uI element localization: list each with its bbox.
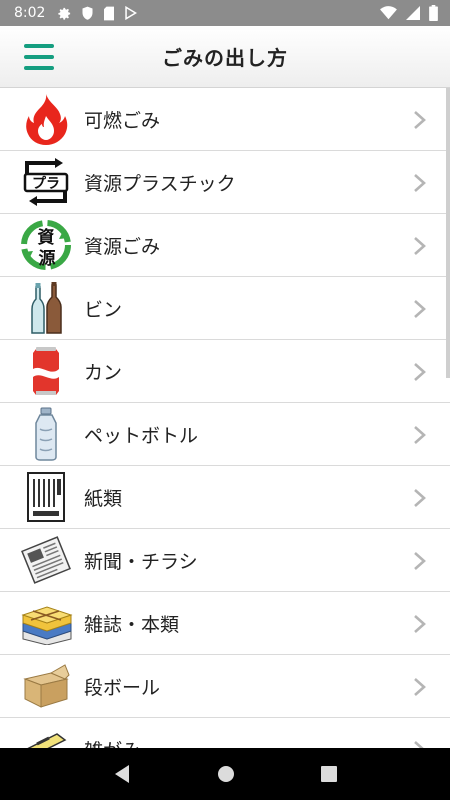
list-item-label: 資源ごみ <box>84 235 161 258</box>
newspaper-icon <box>18 532 74 588</box>
chevron-right-icon <box>414 237 426 255</box>
list-item-label: 紙類 <box>84 487 123 510</box>
paper-icon <box>18 469 74 525</box>
wifi-icon <box>380 6 397 20</box>
cell-signal-icon <box>406 6 420 20</box>
list-item-label: 雑がみ <box>84 736 141 749</box>
list-item-label: 資源プラスチック <box>84 172 236 195</box>
list-item-label: ビン <box>84 298 123 321</box>
category-list: 可燃ごみ プラ 資源プラスチック 資 源 資源ごみ ビン カン ペットボトル 紙… <box>0 88 450 748</box>
list-item-label: 新聞・チラシ <box>84 550 198 573</box>
cardboard-icon <box>18 658 74 714</box>
chevron-right-icon <box>414 300 426 318</box>
list-item-label: カン <box>84 361 123 384</box>
list-item-label: 段ボール <box>84 676 161 699</box>
list-item-resource-plastic[interactable]: プラ 資源プラスチック <box>0 151 450 214</box>
list-item-pet-bottle[interactable]: ペットボトル <box>0 403 450 466</box>
list-item-label: 雑誌・本類 <box>84 613 180 636</box>
battery-icon <box>429 5 438 21</box>
fire-icon <box>18 91 74 147</box>
hamburger-menu-icon[interactable] <box>24 44 54 70</box>
sim-card-icon <box>103 6 115 21</box>
play-store-icon <box>124 6 138 20</box>
list-item-magazine[interactable]: 雑誌・本類 <box>0 592 450 655</box>
shield-icon <box>81 6 94 21</box>
chevron-right-icon <box>414 426 426 444</box>
list-item-misc-paper[interactable]: 雑がみ <box>0 718 450 748</box>
list-item-newspaper[interactable]: 新聞・チラシ <box>0 529 450 592</box>
pet-bottle-icon <box>18 406 74 462</box>
misc-paper-icon <box>18 721 74 748</box>
page-title: ごみの出し方 <box>162 46 288 70</box>
can-icon <box>18 343 74 399</box>
app-bar: ごみの出し方 <box>0 26 450 88</box>
shigen-icon-text-1: 資 <box>38 228 55 248</box>
status-time: 8:02 <box>14 5 46 21</box>
chevron-right-icon <box>414 489 426 507</box>
chevron-right-icon <box>414 552 426 570</box>
back-icon[interactable] <box>113 764 131 784</box>
home-icon[interactable] <box>217 765 235 783</box>
list-item-combustible[interactable]: 可燃ごみ <box>0 88 450 151</box>
list-item-paper[interactable]: 紙類 <box>0 466 450 529</box>
list-item-label: 可燃ごみ <box>84 109 161 132</box>
list-item-resource-garbage[interactable]: 資 源 資源ごみ <box>0 214 450 277</box>
list-item-bottle[interactable]: ビン <box>0 277 450 340</box>
bottle-icon <box>18 280 74 336</box>
scrollbar[interactable] <box>446 88 450 378</box>
settings-gear-icon <box>57 6 72 21</box>
chevron-right-icon <box>414 678 426 696</box>
shigen-icon-text-2: 源 <box>39 248 56 269</box>
status-bar: 8:02 <box>0 0 450 26</box>
list-item-cardboard[interactable]: 段ボール <box>0 655 450 718</box>
chevron-right-icon <box>414 615 426 633</box>
recents-icon[interactable] <box>321 766 337 782</box>
magazine-icon <box>18 595 74 651</box>
pla-icon-text: プラ <box>32 176 60 192</box>
plastic-recycle-icon: プラ <box>18 154 74 210</box>
list-item-label: ペットボトル <box>84 424 199 447</box>
resource-recycle-icon: 資 源 <box>18 217 74 273</box>
navigation-bar <box>0 748 450 800</box>
chevron-right-icon <box>414 363 426 381</box>
chevron-right-icon <box>414 741 424 748</box>
chevron-right-icon <box>414 111 426 129</box>
chevron-right-icon <box>414 174 426 192</box>
list-item-can[interactable]: カン <box>0 340 450 403</box>
